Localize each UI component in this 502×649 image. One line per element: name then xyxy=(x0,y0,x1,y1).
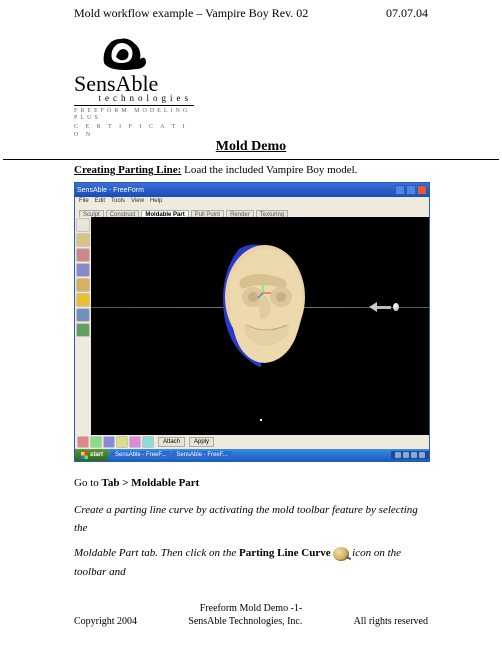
text-tab-path: Tab > Moldable Part xyxy=(102,477,200,489)
footer-mid: SensAble Technologies, Inc. xyxy=(188,616,302,627)
window-client-area xyxy=(75,217,429,439)
origin-dot xyxy=(260,419,262,421)
text-parting-line-curve: Parting Line Curve xyxy=(239,547,331,559)
menu-help[interactable]: Help xyxy=(150,198,162,208)
pull-direction-arrow[interactable] xyxy=(369,302,399,312)
taskbar-item-2[interactable]: SensAble - FreeF... xyxy=(172,451,231,459)
apply-button[interactable]: Apply xyxy=(189,437,214,447)
footer-center: Freeform Mold Demo -1- xyxy=(74,603,428,614)
close-button[interactable] xyxy=(417,185,427,195)
start-label: start xyxy=(90,452,103,458)
section-head: Creating Parting Line: Load the included… xyxy=(74,164,428,176)
window-titlebar[interactable]: SensAble - FreeForm xyxy=(75,183,429,197)
page-footer: Freeform Mold Demo -1- Copyright 2004 Se… xyxy=(0,581,502,627)
maximize-button[interactable] xyxy=(406,185,416,195)
logo-cert-line1: FREEFORM MODELING PLUS xyxy=(74,108,194,122)
menu-tools[interactable]: Tools xyxy=(111,198,125,208)
arrow-handle-icon xyxy=(393,303,399,311)
tray-icon[interactable] xyxy=(395,452,401,458)
tray-icon[interactable] xyxy=(411,452,417,458)
footer-row: Copyright 2004 SensAble Technologies, In… xyxy=(74,616,428,627)
brush-tool-icon[interactable] xyxy=(142,436,154,448)
side-toolbar xyxy=(75,217,91,439)
instruction-para-b: Moldable Part tab. Then click on the Par… xyxy=(74,544,428,581)
menu-bar: File Edit Tools View Help xyxy=(75,197,429,209)
instruction-line-1: Go to Tab > Moldable Part xyxy=(74,474,428,493)
system-tray[interactable] xyxy=(391,451,429,459)
logo-block: SensAble technologies FREEFORM MODELING … xyxy=(0,21,502,137)
arrow-shaft xyxy=(377,306,391,309)
zoom-tool-icon[interactable] xyxy=(129,436,141,448)
logo-divider xyxy=(74,105,194,106)
smooth-tool-icon[interactable] xyxy=(76,263,90,277)
sphere-tool-icon[interactable] xyxy=(76,233,90,247)
pan-tool-icon[interactable] xyxy=(103,436,115,448)
parting-line-curve-icon[interactable] xyxy=(76,278,90,292)
rotate-tool-icon[interactable] xyxy=(116,436,128,448)
cut-tool-icon[interactable] xyxy=(76,248,90,262)
parting-line-curve-inline-icon xyxy=(333,547,349,561)
window-title: SensAble - FreeForm xyxy=(77,187,144,194)
3d-viewport[interactable] xyxy=(91,217,429,439)
menu-view[interactable]: View xyxy=(131,198,144,208)
doc-date: 07.07.04 xyxy=(386,6,428,21)
text-goto: Go to xyxy=(74,477,102,489)
os-taskbar: start SensAble - FreeF... SensAble - Fre… xyxy=(75,449,429,461)
menu-file[interactable]: File xyxy=(79,198,89,208)
arrow-head-icon xyxy=(369,302,377,312)
logo-cert-line2: C E R T I F I C A T I O N xyxy=(74,124,194,138)
footer-right: All rights reserved xyxy=(354,616,428,627)
vampire-boy-model xyxy=(211,239,311,369)
page-title: Mold Demo xyxy=(0,137,502,159)
section-heading-rest: Load the included Vampire Boy model. xyxy=(181,164,357,176)
page-header-row: Mold workflow example – Vampire Boy Rev.… xyxy=(0,0,502,21)
tray-icon[interactable] xyxy=(403,452,409,458)
text-moldable-tab: Moldable Part tab. Then click on the xyxy=(74,547,239,559)
doc-title: Mold workflow example – Vampire Boy Rev.… xyxy=(74,6,308,21)
bottom-toolbar: Attach Apply xyxy=(75,435,429,449)
company-logo: SensAble technologies FREEFORM MODELING … xyxy=(74,33,194,133)
region-tool-icon[interactable] xyxy=(76,323,90,337)
document-page: Mold workflow example – Vampire Boy Rev.… xyxy=(0,0,502,627)
fill-tool-icon[interactable] xyxy=(76,293,90,307)
section-creating-parting-line: Creating Parting Line: Load the included… xyxy=(0,160,502,462)
footer-left: Copyright 2004 xyxy=(74,616,137,627)
instruction-text: Go to Tab > Moldable Part Create a parti… xyxy=(0,462,502,581)
attach-button[interactable]: Attach xyxy=(158,437,185,447)
tray-icon[interactable] xyxy=(419,452,425,458)
app-window: SensAble - FreeForm File Edit Tools View… xyxy=(74,182,430,462)
taskbar-item-1[interactable]: SensAble - FreeF... xyxy=(111,451,170,459)
window-buttons xyxy=(395,185,427,195)
instruction-para-a: Create a parting line curve by activatin… xyxy=(74,501,428,538)
windows-icon xyxy=(81,452,88,459)
hand-icon xyxy=(94,33,154,73)
section-heading: Creating Parting Line: xyxy=(74,164,181,176)
view-front-icon[interactable] xyxy=(77,436,89,448)
start-button[interactable]: start xyxy=(75,449,109,461)
view-iso-icon[interactable] xyxy=(90,436,102,448)
minimize-button[interactable] xyxy=(395,185,405,195)
menu-edit[interactable]: Edit xyxy=(95,198,105,208)
draft-tool-icon[interactable] xyxy=(76,308,90,322)
select-tool-icon[interactable] xyxy=(76,218,90,232)
logo-name: SensAble xyxy=(74,73,194,95)
